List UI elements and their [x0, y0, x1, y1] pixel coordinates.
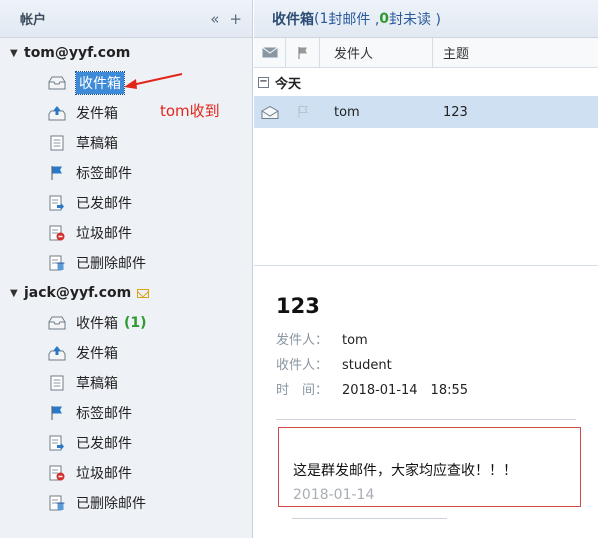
sent-icon [48, 195, 66, 211]
column-header: 发件人 主题 [254, 38, 598, 68]
folder-label: 发件箱 [76, 346, 118, 362]
folder-trash-jack[interactable]: 已删除邮件 [0, 488, 252, 518]
annotation-text: tom收到 [160, 102, 220, 120]
flag-icon [48, 165, 66, 181]
folder-flagged-jack[interactable]: 标签邮件 [0, 398, 252, 428]
folder-drafts-jack[interactable]: 草稿箱 [0, 368, 252, 398]
sent-icon [48, 435, 66, 451]
outbox-icon [48, 345, 66, 361]
collapse-icon[interactable]: « [210, 10, 219, 28]
envelope-icon [261, 47, 278, 58]
annotation-arrow [124, 73, 183, 89]
col-read-status[interactable] [254, 38, 286, 67]
message-preview: 123 发件人： tom 收件人： student 时 间： 2018-01-14 1… [254, 294, 598, 420]
account-tom[interactable]: ▼ tom@yyf.com [0, 38, 252, 68]
drafts-icon [48, 375, 66, 391]
mail-client-window: 帐户 « + ▼ tom@yyf.com 收件箱 发件箱 草稿箱 标签邮件 已发… [0, 0, 598, 538]
trash-icon [48, 495, 66, 511]
message-pane: 收件箱 ( 1 封邮件 , 0 封未读 ) 发件人 主题 − 今天 tom 12… [254, 0, 598, 538]
folder-trash-tom[interactable]: 已删除邮件 [0, 248, 252, 278]
folder-label: 发件箱 [76, 106, 118, 122]
accounts-title: 帐户 [20, 13, 47, 28]
flag-icon [48, 405, 66, 421]
from-value[interactable]: tom [342, 333, 368, 348]
outbox-icon [48, 105, 66, 121]
folder-label: 已发邮件 [76, 196, 132, 212]
to-label: 收件人： [276, 358, 329, 373]
col-flag[interactable] [286, 38, 320, 67]
folder-label: 已删除邮件 [76, 256, 146, 272]
message-body: 这是群发邮件，大家均应查收！！！ [293, 463, 517, 479]
junk-icon [48, 465, 66, 481]
inbox-icon [48, 315, 66, 331]
folder-sent-tom[interactable]: 已发邮件 [0, 188, 252, 218]
time-label: 时 间： [276, 383, 329, 398]
folder-label: 垃圾邮件 [76, 226, 132, 242]
folder-label: 收件箱 [76, 316, 118, 332]
row-subject: 123 [443, 104, 468, 120]
new-mail-envelope-icon [137, 288, 150, 298]
opened-envelope-icon [254, 96, 286, 128]
time-value: 2018-01-14 18:55 [342, 383, 469, 398]
account-name: tom@yyf.com [24, 45, 131, 61]
folder-label: 标签邮件 [76, 166, 132, 182]
body-date: 2018-01-14 [293, 487, 375, 503]
message-list: 发件人 主题 − 今天 tom 123 [254, 38, 598, 266]
preview-meta: 发件人： tom 收件人： student 时 间： 2018-01-14 18:55 [276, 328, 576, 403]
folder-label: 垃圾邮件 [76, 466, 132, 482]
group-today[interactable]: − 今天 [254, 68, 598, 96]
expand-triangle-icon[interactable]: ▼ [10, 48, 22, 59]
folder-inbox-jack[interactable]: 收件箱 (1) [0, 308, 252, 338]
folder-summary-header: 收件箱 ( 1 封邮件 , 0 封未读 ) [254, 0, 598, 38]
folder-outbox-jack[interactable]: 发件箱 [0, 338, 252, 368]
unread-count: (1) [124, 315, 147, 331]
drafts-icon [48, 135, 66, 151]
message-row[interactable]: tom 123 [254, 96, 598, 128]
collapse-group-icon[interactable]: − [258, 76, 269, 88]
preview-divider [276, 419, 576, 420]
flag-outline-icon[interactable] [286, 96, 320, 128]
folder-label: 已删除邮件 [76, 496, 146, 512]
unread-total: 0 [379, 10, 390, 27]
summary-part: 封未读 ) [389, 11, 441, 28]
folder-drafts-tom[interactable]: 草稿箱 [0, 128, 252, 158]
to-value[interactable]: student [342, 358, 392, 373]
account-name: jack@yyf.com [24, 285, 132, 301]
from-label: 发件人： [276, 333, 329, 348]
account-jack[interactable]: ▼ jack@yyf.com [0, 278, 252, 308]
flag-icon [298, 46, 307, 59]
group-label: 今天 [275, 76, 302, 92]
folder-junk-jack[interactable]: 垃圾邮件 [0, 458, 252, 488]
folder-label: 已发邮件 [76, 436, 132, 452]
folder-label: 收件箱 [75, 71, 125, 95]
folder-label: 标签邮件 [76, 406, 132, 422]
inbox-icon [48, 75, 66, 91]
add-account-icon[interactable]: + [229, 10, 242, 28]
junk-icon [48, 225, 66, 241]
summary-part: 封邮件 , [328, 11, 380, 28]
folder-junk-tom[interactable]: 垃圾邮件 [0, 218, 252, 248]
row-sender: tom [334, 104, 360, 120]
expand-triangle-icon[interactable]: ▼ [10, 288, 22, 299]
folder-flagged-tom[interactable]: 标签邮件 [0, 158, 252, 188]
col-subject[interactable]: 主题 [433, 38, 598, 67]
folder-label: 草稿箱 [76, 136, 118, 152]
total-count: 1 [319, 10, 329, 27]
folder-title: 收件箱 [272, 11, 314, 28]
folder-sent-jack[interactable]: 已发邮件 [0, 428, 252, 458]
preview-subject: 123 [276, 294, 320, 318]
accounts-header: 帐户 « + [0, 0, 252, 38]
folder-label: 草稿箱 [76, 376, 118, 392]
trash-icon [48, 255, 66, 271]
col-sender[interactable]: 发件人 [320, 38, 433, 67]
signature-divider [292, 518, 447, 519]
